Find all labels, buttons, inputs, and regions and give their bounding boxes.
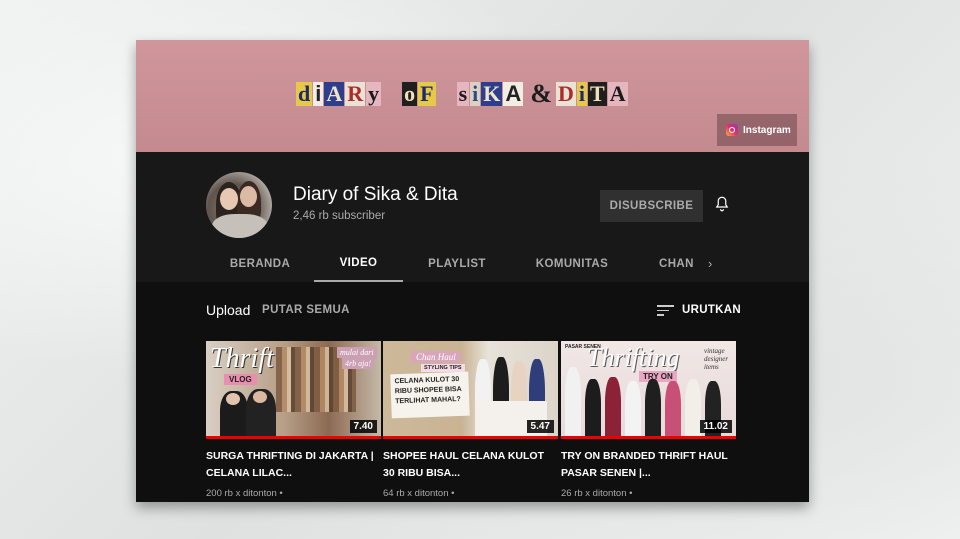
notification-bell-icon[interactable]: [713, 195, 731, 213]
channel-avatar[interactable]: [206, 172, 272, 238]
video-duration: 11.02: [699, 420, 732, 433]
thumb-text: Thrift: [210, 343, 274, 374]
banner-word-of: oF: [402, 81, 436, 106]
video-meta: 64 rb x ditonton •: [383, 488, 455, 499]
video-duration: 7.40: [349, 420, 377, 433]
channel-header: Diary of Sika & Dita 2,46 rb subscriber …: [136, 152, 809, 282]
tab-video[interactable]: VIDEO: [314, 246, 403, 282]
video-thumbnail[interactable]: Chan Haul STYLING TIPS CELANA KULOT 30 R…: [383, 341, 558, 439]
banner-word-sika: siKA: [456, 81, 524, 106]
video-meta: 26 rb x ditonton •: [561, 488, 633, 499]
banner-word-diary: diARy: [296, 81, 382, 106]
section-title: Upload: [206, 302, 251, 318]
video-card[interactable]: Thrift VLOG mulai dari 4rb aja! 7.40 SUR…: [206, 341, 381, 499]
video-title[interactable]: TRY ON BRANDED THRIFT HAUL PASAR SENEN |…: [561, 448, 736, 482]
thumb-text: Thrifting: [587, 343, 680, 372]
tab-channels[interactable]: CHAN: [648, 246, 704, 282]
channel-banner: diARy oF siKA & DiTA Instagram: [136, 40, 809, 152]
watch-progress-bar: [383, 436, 558, 439]
tab-playlist[interactable]: PLAYLIST: [413, 246, 501, 282]
watch-progress-bar: [561, 436, 736, 439]
video-title[interactable]: SURGA THRIFTING DI JAKARTA | CELANA LILA…: [206, 448, 381, 482]
sort-label: URUTKAN: [682, 304, 741, 316]
video-thumbnail[interactable]: PASAR SENEN Thrifting TRY ON vintage des…: [561, 341, 736, 439]
instagram-link[interactable]: Instagram: [717, 114, 797, 146]
chevron-right-icon[interactable]: ›: [708, 256, 722, 272]
video-section: Upload PUTAR SEMUA URUTKAN Thrift VLOG m…: [136, 282, 809, 502]
thumb-text: STYLING TIPS: [421, 364, 465, 372]
tab-beranda[interactable]: BERANDA: [216, 246, 304, 282]
youtube-channel-window: diARy oF siKA & DiTA Instagram Diary of …: [136, 40, 809, 502]
channel-name: Diary of Sika & Dita: [293, 184, 458, 205]
video-duration: 5.47: [526, 420, 554, 433]
banner-word-dita: DiTA: [555, 81, 628, 106]
unsubscribe-button[interactable]: DISUBSCRIBE: [600, 190, 703, 222]
channel-tabs: BERANDA VIDEO PLAYLIST KOMUNITAS CHAN ›: [136, 246, 809, 282]
subscriber-count: 2,46 rb subscriber: [293, 210, 386, 222]
thumb-text: vintage designer items: [704, 347, 729, 371]
sort-button[interactable]: URUTKAN: [657, 300, 741, 320]
play-all-button[interactable]: PUTAR SEMUA: [262, 304, 350, 316]
instagram-label: Instagram: [743, 124, 791, 136]
thumb-text: CELANA KULOT 30 RIBU SHOPEE BISA TERLIHA…: [390, 371, 470, 419]
watch-progress-bar: [206, 436, 381, 439]
video-title[interactable]: SHOPEE HAUL CELANA KULOT 30 RIBU BISA...: [383, 448, 558, 482]
thumb-text: 4rb aja!: [342, 358, 374, 369]
thumb-text: mulai dari: [337, 347, 377, 358]
instagram-icon: [726, 124, 738, 136]
thumb-text: VLOG: [224, 374, 257, 385]
video-card[interactable]: Chan Haul STYLING TIPS CELANA KULOT 30 R…: [383, 341, 558, 499]
banner-title: diARy oF siKA & DiTA: [296, 74, 649, 114]
sort-icon: [657, 304, 674, 316]
tab-komunitas[interactable]: KOMUNITAS: [522, 246, 622, 282]
video-thumbnail[interactable]: Thrift VLOG mulai dari 4rb aja! 7.40: [206, 341, 381, 439]
thumb-text: Chan Haul: [411, 351, 461, 363]
video-card[interactable]: PASAR SENEN Thrifting TRY ON vintage des…: [561, 341, 736, 499]
banner-ampersand: &: [530, 79, 552, 108]
video-meta: 200 rb x ditonton •: [206, 488, 283, 499]
